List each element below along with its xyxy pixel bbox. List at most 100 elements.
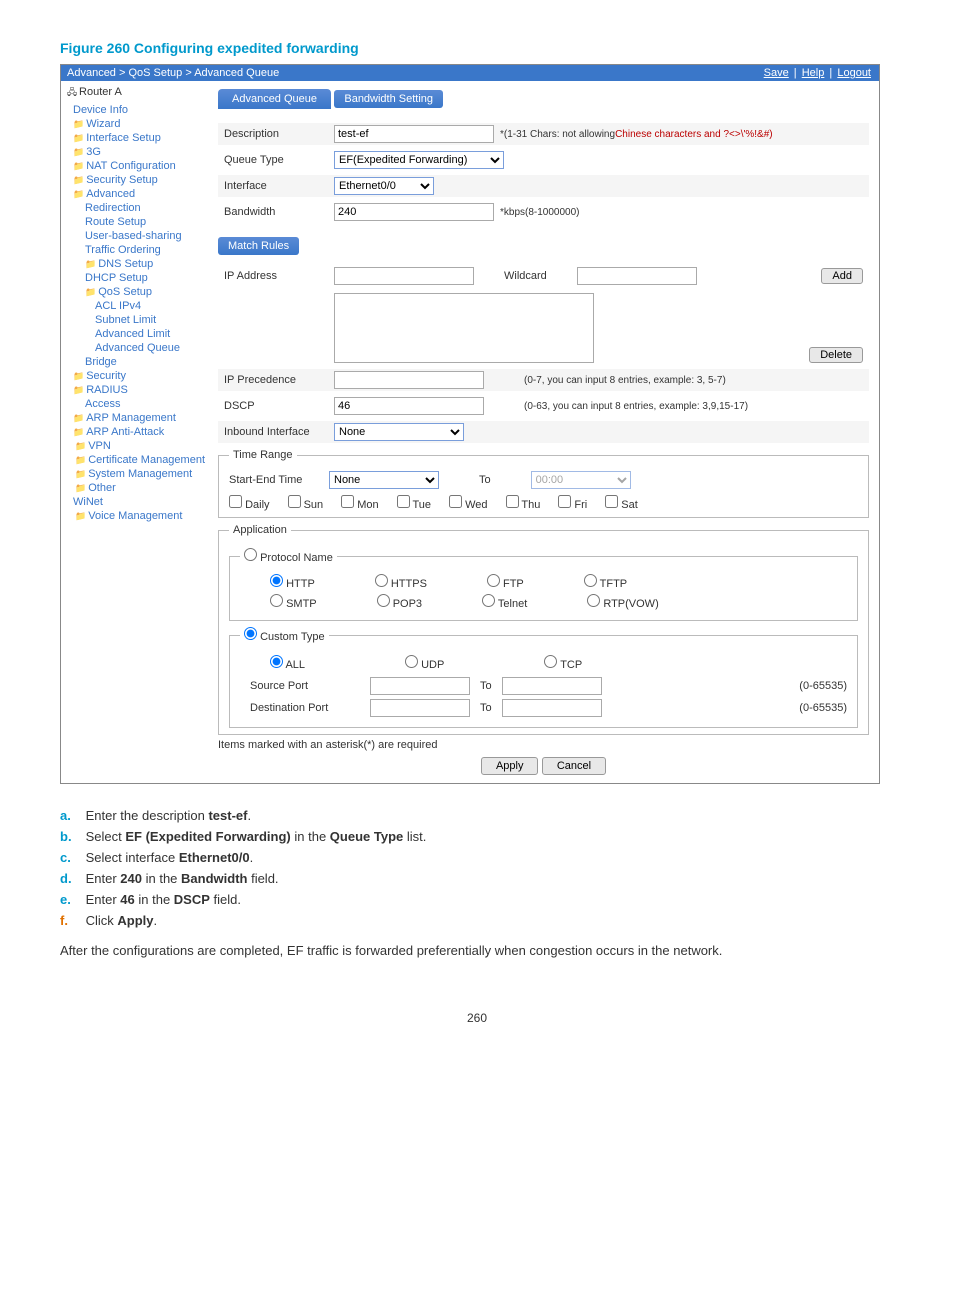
dst-port-from[interactable] bbox=[370, 699, 470, 717]
save-link[interactable]: Save bbox=[764, 67, 789, 79]
queue-type-select[interactable]: EF(Expedited Forwarding) bbox=[334, 151, 504, 169]
application-legend: Application bbox=[229, 524, 291, 536]
sidebar-item-arp-anti[interactable]: ARP Anti-Attack bbox=[67, 425, 206, 439]
timerange-legend: Time Range bbox=[229, 449, 297, 461]
sidebar-item-advanced[interactable]: Advanced bbox=[67, 187, 206, 201]
pop3-radio[interactable]: POP3 bbox=[377, 594, 422, 610]
sidebar-item-vpn[interactable]: VPN bbox=[67, 439, 206, 453]
src-port-from[interactable] bbox=[370, 677, 470, 695]
section-bandwidth: Bandwidth Setting bbox=[334, 90, 443, 108]
tcp-radio[interactable]: TCP bbox=[544, 655, 582, 671]
sidebar-item-security-setup[interactable]: Security Setup bbox=[67, 173, 206, 187]
sat-check[interactable]: Sat bbox=[605, 495, 638, 511]
mon-check[interactable]: Mon bbox=[341, 495, 378, 511]
smtp-radio[interactable]: SMTP bbox=[270, 594, 317, 610]
dst-port-label: Destination Port bbox=[250, 702, 360, 714]
precedence-hint: (0-7, you can input 8 entries, example: … bbox=[524, 375, 726, 386]
sidebar-item-access[interactable]: Access bbox=[67, 397, 206, 411]
apply-button[interactable]: Apply bbox=[481, 757, 539, 775]
sidebar-item-cert[interactable]: Certificate Management bbox=[67, 453, 206, 467]
precedence-label: IP Precedence bbox=[224, 374, 334, 386]
custom-legend[interactable]: Custom Type bbox=[240, 627, 329, 643]
description-input[interactable] bbox=[334, 125, 494, 143]
wildcard-label: Wildcard bbox=[504, 270, 547, 282]
sidebar-item-subnet-limit[interactable]: Subnet Limit bbox=[67, 313, 206, 327]
src-port-label: Source Port bbox=[250, 680, 360, 692]
sidebar-item-interface-setup[interactable]: Interface Setup bbox=[67, 131, 206, 145]
bandwidth-input[interactable] bbox=[334, 203, 494, 221]
all-radio[interactable]: ALL bbox=[270, 655, 305, 671]
sidebar-item-arp-mgmt[interactable]: ARP Management bbox=[67, 411, 206, 425]
wed-check[interactable]: Wed bbox=[449, 495, 487, 511]
sidebar-item-bridge[interactable]: Bridge bbox=[67, 355, 206, 369]
queue-type-label: Queue Type bbox=[224, 154, 334, 166]
sidebar-item-adv-limit[interactable]: Advanced Limit bbox=[67, 327, 206, 341]
sidebar-item-redirection[interactable]: Redirection bbox=[67, 201, 206, 215]
sidebar-item-qos[interactable]: QoS Setup bbox=[67, 285, 206, 299]
interface-select[interactable]: Ethernet0/0 bbox=[334, 177, 434, 195]
to-label: To bbox=[479, 474, 491, 486]
sidebar-item-dns[interactable]: DNS Setup bbox=[67, 257, 206, 271]
sun-check[interactable]: Sun bbox=[288, 495, 324, 511]
sidebar-item-other[interactable]: Other bbox=[67, 481, 206, 495]
sidebar-item-user-sharing[interactable]: User-based-sharing bbox=[67, 229, 206, 243]
sidebar-root[interactable]: Router A bbox=[67, 85, 206, 101]
ftp-radio[interactable]: FTP bbox=[487, 574, 524, 590]
sidebar-item-traffic-ordering[interactable]: Traffic Ordering bbox=[67, 243, 206, 257]
dscp-hint: (0-63, you can input 8 entries, example:… bbox=[524, 401, 748, 412]
application-fieldset: Application Protocol Name HTTP HTTPS FTP… bbox=[218, 524, 869, 735]
dscp-label: DSCP bbox=[224, 400, 334, 412]
http-radio[interactable]: HTTP bbox=[270, 574, 315, 590]
end-time-select[interactable]: 00:00 bbox=[531, 471, 631, 489]
protocol-legend[interactable]: Protocol Name bbox=[240, 548, 337, 564]
precedence-input[interactable] bbox=[334, 371, 484, 389]
sidebar-item-nat[interactable]: NAT Configuration bbox=[67, 159, 206, 173]
logout-link[interactable]: Logout bbox=[837, 67, 871, 79]
content-area: Advanced Queue Bandwidth Setting Descrip… bbox=[206, 81, 879, 783]
sidebar-item-device-info[interactable]: Device Info bbox=[67, 103, 206, 117]
sidebar-item-system[interactable]: System Management bbox=[67, 467, 206, 481]
sidebar-item-3g[interactable]: 3G bbox=[67, 145, 206, 159]
src-port-to[interactable] bbox=[502, 677, 602, 695]
daily-check[interactable]: Daily bbox=[229, 495, 270, 511]
sidebar-item-security[interactable]: Security bbox=[67, 369, 206, 383]
ip-list-box[interactable] bbox=[334, 293, 594, 363]
telnet-radio[interactable]: Telnet bbox=[482, 594, 527, 610]
start-time-select[interactable]: None bbox=[329, 471, 439, 489]
sidebar-item-route-setup[interactable]: Route Setup bbox=[67, 215, 206, 229]
ip-label: IP Address bbox=[224, 270, 334, 282]
rtp-radio[interactable]: RTP(VOW) bbox=[587, 594, 658, 610]
https-radio[interactable]: HTTPS bbox=[375, 574, 427, 590]
description-hint: *(1-31 Chars: not allowingChinese charac… bbox=[500, 129, 773, 140]
instruction-list: a. Enter the description test-ef. b. Sel… bbox=[60, 808, 894, 928]
delete-button[interactable]: Delete bbox=[809, 347, 863, 363]
sidebar-item-acl[interactable]: ACL IPv4 bbox=[67, 299, 206, 313]
tftp-radio[interactable]: TFTP bbox=[584, 574, 627, 590]
inbound-select[interactable]: None bbox=[334, 423, 464, 441]
sidebar-item-winet[interactable]: WiNet bbox=[67, 495, 206, 509]
wildcard-input[interactable] bbox=[577, 267, 697, 285]
sidebar-item-adv-queue[interactable]: Advanced Queue bbox=[67, 341, 206, 355]
figure-title: Figure 260 Configuring expedited forward… bbox=[60, 40, 894, 56]
section-match: Match Rules bbox=[218, 237, 299, 255]
thu-check[interactable]: Thu bbox=[506, 495, 541, 511]
breadcrumb-bar: Advanced > QoS Setup > Advanced Queue Sa… bbox=[61, 65, 879, 81]
bandwidth-label: Bandwidth bbox=[224, 206, 334, 218]
sidebar-item-radius[interactable]: RADIUS bbox=[67, 383, 206, 397]
add-button[interactable]: Add bbox=[821, 268, 863, 284]
ip-input[interactable] bbox=[334, 267, 474, 285]
required-hint: Items marked with an asterisk(*) are req… bbox=[218, 739, 869, 751]
help-link[interactable]: Help bbox=[802, 67, 825, 79]
udp-radio[interactable]: UDP bbox=[405, 655, 444, 671]
tab-advanced-queue[interactable]: Advanced Queue bbox=[218, 89, 331, 109]
cancel-button[interactable]: Cancel bbox=[542, 757, 606, 775]
timerange-fieldset: Time Range Start-End Time None To 00:00 … bbox=[218, 449, 869, 518]
sidebar-item-dhcp[interactable]: DHCP Setup bbox=[67, 271, 206, 285]
sidebar-item-voice[interactable]: Voice Management bbox=[67, 509, 206, 523]
dscp-input[interactable] bbox=[334, 397, 484, 415]
dst-port-to[interactable] bbox=[502, 699, 602, 717]
fri-check[interactable]: Fri bbox=[558, 495, 587, 511]
protocol-fieldset: Protocol Name HTTP HTTPS FTP TFTP SMTP P… bbox=[229, 548, 858, 621]
sidebar-item-wizard[interactable]: Wizard bbox=[67, 117, 206, 131]
tue-check[interactable]: Tue bbox=[397, 495, 431, 511]
